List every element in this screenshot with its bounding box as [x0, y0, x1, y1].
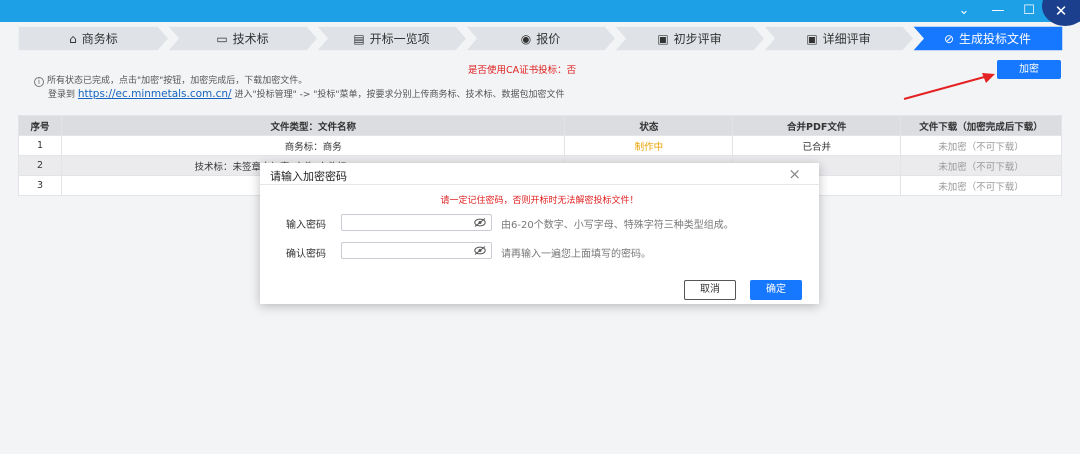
cancel-button[interactable]: 取消 [684, 280, 736, 300]
col-header-status: 状态 [564, 115, 734, 136]
tab-step-2[interactable]: ▭ 技术标 [167, 26, 318, 51]
dialog-title: 请输入加密密码 [270, 170, 347, 183]
confirm-password-hint: 请再输入一遍您上面填写的密码。 [501, 249, 651, 260]
arrow-annotation-icon [903, 73, 995, 100]
col-header-name: 文件类型：文件名称 [60, 115, 566, 136]
table-row: 1 商务标：商务 制作中 已合并 未加密（不可下载） [18, 135, 1062, 156]
tab-label: 详细评审 [822, 32, 871, 46]
tab-step-6[interactable]: ▣ 详细评审 [763, 26, 914, 51]
info-icon: i [34, 77, 44, 87]
col-header-pdf: 合并PDF文件 [732, 115, 902, 136]
tab-label: 报价 [536, 32, 561, 46]
cell-status: 制作中 [564, 135, 734, 156]
col-header-no: 序号 [18, 115, 62, 136]
detail-review-icon: ▣ [806, 31, 818, 46]
encrypt-button[interactable]: 加密 [997, 60, 1061, 79]
document-icon: ▤ [353, 31, 365, 46]
eye-slash-icon[interactable] [474, 218, 486, 227]
tab-label: 技术标 [232, 32, 269, 46]
info-prefix: 登录到 [48, 90, 76, 100]
tab-step-3[interactable]: ▤ 开标一览项 [316, 26, 467, 51]
maximize-button[interactable]: ☐ [1018, 2, 1040, 20]
encrypt-password-dialog: 请输入加密密码 × 请一定记住密码，否则开标时无法解密投标文件！ 输入密码 由6… [260, 163, 819, 304]
generate-icon: ⊘ [943, 31, 955, 46]
portal-link[interactable]: https://ec.minmetals.com.cn/ [78, 88, 232, 100]
password-hint: 由6-20个数字、小写字母、特殊字符三种类型组成。 [501, 220, 734, 231]
confirm-password-input[interactable] [341, 242, 492, 259]
tab-step-5[interactable]: ▣ 初步评审 [614, 26, 765, 51]
col-header-download: 文件下载（加密完成后下载） [900, 115, 1062, 136]
cell-no: 1 [18, 135, 62, 156]
eye-slash-icon[interactable] [474, 246, 486, 255]
chevron-down-icon[interactable]: ⌄ [953, 2, 975, 20]
tab-label: 生成投标文件 [959, 32, 1032, 46]
tab-label: 商务标 [81, 32, 118, 46]
cell-download: 未加密（不可下载） [900, 135, 1062, 156]
tab-label: 初步评审 [673, 32, 722, 46]
info-suffix: 进入"投标管理" -> "投标"菜单，按要求分别上传商务标、技术标、数据包加密文… [234, 90, 565, 100]
cell-name: 商务标：商务 [60, 135, 566, 156]
ca-certificate-notice: 是否使用CA证书投标：否 [468, 65, 577, 76]
tab-label: 开标一览项 [369, 32, 430, 46]
cell-download: 未加密（不可下载） [900, 155, 1062, 176]
password-input[interactable] [341, 214, 492, 231]
confirm-button[interactable]: 确定 [750, 280, 802, 300]
cell-download: 未加密（不可下载） [900, 175, 1062, 196]
close-button[interactable]: ✕ [1050, 2, 1072, 20]
dialog-warning: 请一定记住密码，否则开标时无法解密投标文件！ [440, 196, 639, 206]
keyboard-icon: ▭ [216, 31, 228, 46]
step-tabs: ⌂ 商务标 ▭ 技术标 ▤ 开标一览项 ◉ 报价 ▣ 初步评审 ▣ 详细评审 ⊘ 生成投标文件 [18, 26, 1063, 51]
minimize-button[interactable]: — [987, 2, 1009, 20]
dialog-header: 请输入加密密码 × [260, 163, 819, 185]
cell-no: 2 [18, 155, 62, 176]
close-icon[interactable]: × [788, 165, 801, 183]
tab-step-1[interactable]: ⌂ 商务标 [18, 26, 169, 51]
title-bar: ⌄ — ☐ ✕ [0, 0, 1080, 26]
cell-no: 3 [18, 175, 62, 196]
confirm-password-label: 确认密码 [286, 249, 326, 260]
tab-step-7[interactable]: ⊘ 生成投标文件 [912, 26, 1063, 51]
target-icon: ◉ [520, 31, 532, 46]
info-line-1: i 所有状态已完成，点击"加密"按钮，加密完成后，下载加密文件。 [34, 73, 307, 87]
info-line-2: 登录到 https://ec.minmetals.com.cn/ 进入"投标管理… [48, 87, 565, 100]
cell-pdf: 已合并 [732, 135, 902, 156]
review-icon: ▣ [657, 31, 669, 46]
info-text-1: 所有状态已完成，点击"加密"按钮，加密完成后，下载加密文件。 [47, 76, 308, 86]
tab-step-4[interactable]: ◉ 报价 [465, 26, 616, 51]
briefcase-icon: ⌂ [69, 31, 77, 46]
password-label: 输入密码 [286, 220, 326, 231]
table-header-row: 序号 文件类型：文件名称 状态 合并PDF文件 文件下载（加密完成后下载） [18, 115, 1062, 136]
